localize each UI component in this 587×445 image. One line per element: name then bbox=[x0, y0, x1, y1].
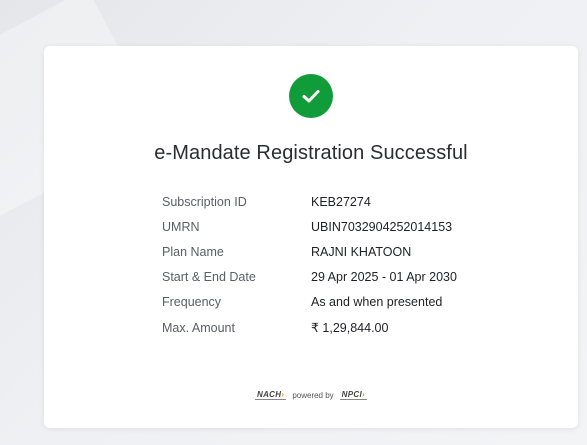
detail-row-date-range: Start & End Date 29 Apr 2025 - 01 Apr 20… bbox=[162, 265, 457, 290]
detail-row-plan-name: Plan Name RAJNI KHATOON bbox=[162, 239, 457, 264]
check-icon bbox=[302, 90, 320, 103]
detail-value: RAJNI KHATOON bbox=[311, 244, 412, 259]
detail-row-umrn: UMRN UBIN7032904252014153 bbox=[162, 214, 457, 239]
detail-label: Start & End Date bbox=[162, 270, 256, 285]
powered-by-text: powered by bbox=[292, 390, 334, 400]
mandate-details: Subscription ID KEB27274 UMRN UBIN703290… bbox=[162, 189, 457, 340]
detail-label: UMRN bbox=[162, 219, 200, 234]
detail-label: Frequency bbox=[162, 295, 222, 310]
powered-by-footer: NACH› powered by NPCI› bbox=[44, 390, 578, 400]
detail-value: KEB27274 bbox=[311, 194, 371, 209]
success-card: e-Mandate Registration Successful Subscr… bbox=[44, 46, 578, 428]
detail-value: 29 Apr 2025 - 01 Apr 2030 bbox=[311, 270, 457, 285]
nach-logo: NACH› bbox=[255, 390, 287, 400]
nach-logo-text: NACH bbox=[257, 390, 282, 399]
npci-logo: NPCI› bbox=[339, 390, 367, 400]
success-check-icon bbox=[289, 74, 333, 118]
detail-row-frequency: Frequency As and when presented bbox=[162, 290, 457, 315]
detail-label: Subscription ID bbox=[162, 194, 247, 209]
npci-logo-text: NPCI bbox=[341, 390, 362, 399]
detail-row-max-amount: Max. Amount ₹ 1,29,844.00 bbox=[162, 315, 457, 340]
detail-label: Max. Amount bbox=[162, 320, 235, 335]
detail-value: As and when presented bbox=[311, 295, 443, 310]
detail-value: UBIN7032904252014153 bbox=[311, 219, 453, 234]
page-title: e-Mandate Registration Successful bbox=[154, 142, 468, 164]
detail-row-subscription-id: Subscription ID KEB27274 bbox=[162, 189, 457, 214]
detail-label: Plan Name bbox=[162, 244, 224, 259]
detail-value: ₹ 1,29,844.00 bbox=[311, 321, 389, 336]
